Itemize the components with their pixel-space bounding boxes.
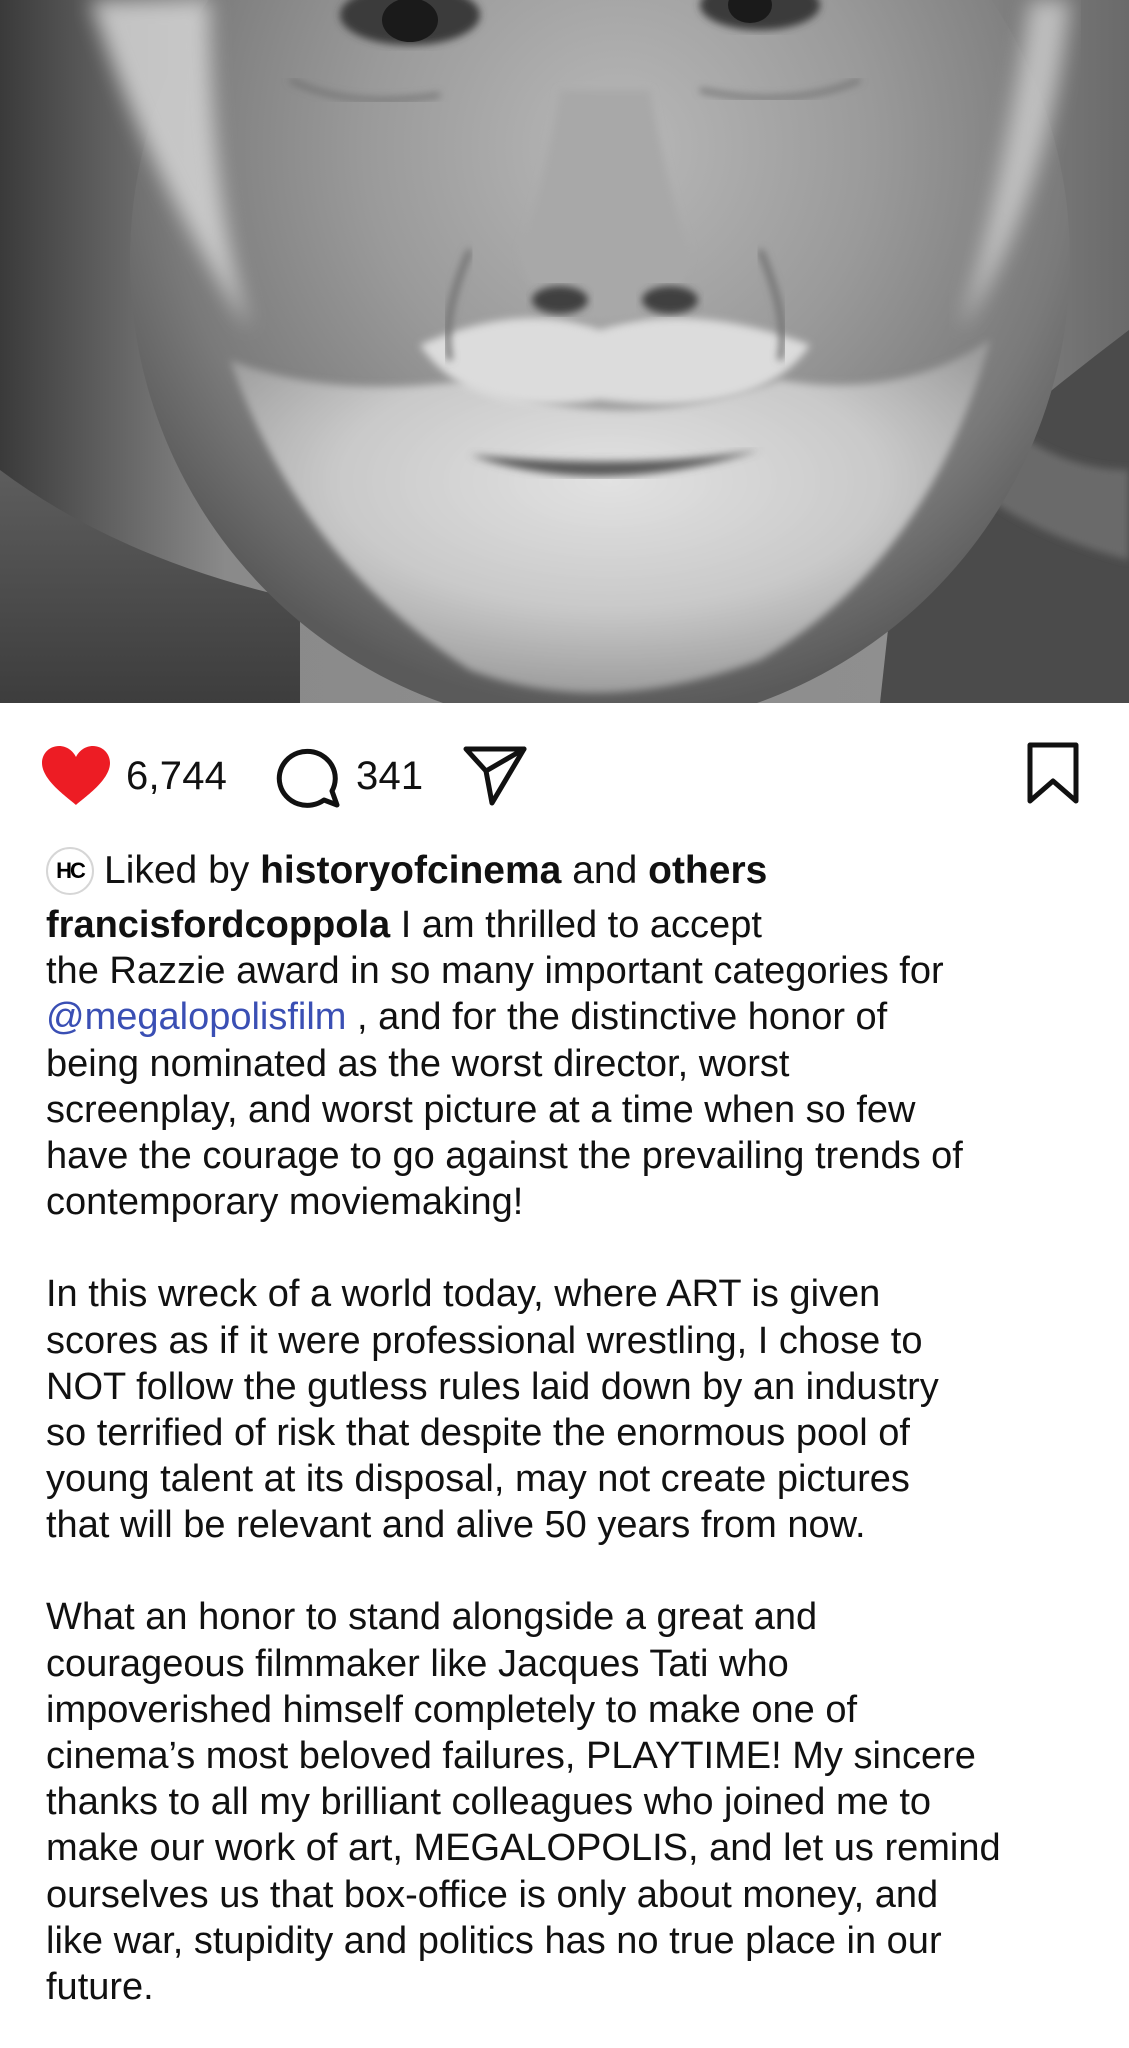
caption-line: the Razzie award in so many important ca…: [46, 950, 944, 993]
comment-button[interactable]: 341: [276, 743, 423, 809]
share-button[interactable]: [462, 741, 528, 807]
caption-line: contemporary moviemaking!: [46, 1181, 524, 1224]
caption-line: @megalopolisfilm , and for the distincti…: [46, 994, 1106, 1040]
like-count: 6,744: [126, 753, 228, 798]
heart-filled-icon: [42, 746, 110, 805]
comment-count: 341: [356, 753, 424, 798]
caption-mention-link[interactable]: @megalopolisfilm: [46, 996, 346, 1038]
caption-line: have the courage to go against the preva…: [46, 1134, 963, 1177]
caption-line: impoverished himself completely to make …: [46, 1688, 858, 1731]
speech-bubble-icon: [276, 748, 340, 808]
caption-line: ourselves us that box-office is only abo…: [46, 1873, 939, 1916]
liker-avatar[interactable]: HC: [46, 847, 94, 895]
caption-line: young talent at its disposal, may not cr…: [46, 1458, 910, 1501]
caption-line: future.: [46, 1965, 154, 2008]
post-image[interactable]: [0, 0, 1129, 703]
caption-line: that will be relevant and alive 50 years…: [46, 1504, 866, 1547]
caption-text: I am thrilled to accept: [390, 904, 762, 946]
caption-text: , and for the distinctive honor of: [346, 996, 888, 1039]
caption-line: make our work of art, MEGALOPOLIS, and l…: [46, 1827, 1001, 1870]
post-caption: francisfordcoppola I am thrilled to acce…: [46, 902, 1106, 2010]
caption-username-link[interactable]: francisfordcoppola: [46, 904, 390, 946]
caption-line: being nominated as the worst director, w…: [46, 1042, 790, 1085]
caption-line: like war, stupidity and politics has no …: [46, 1919, 942, 1962]
liked-by-others-link[interactable]: others: [648, 849, 767, 893]
caption-line: courageous filmmaker like Jacques Tati w…: [46, 1642, 789, 1685]
caption-line: scores as if it were professional wrestl…: [46, 1319, 923, 1362]
liked-by-prefix: Liked by: [104, 849, 250, 892]
save-button[interactable]: [1024, 741, 1082, 807]
portrait-photo: [0, 0, 1129, 703]
post-action-bar: 6,744 341: [0, 703, 1129, 843]
paper-plane-icon: [463, 746, 527, 806]
like-button[interactable]: 6,744: [40, 743, 227, 809]
caption-line: screenplay, and worst picture at a time …: [46, 1088, 916, 1131]
caption-line: thanks to all my brilliant colleagues wh…: [46, 1781, 932, 1824]
caption-line: so terrified of risk that despite the en…: [46, 1411, 910, 1454]
caption-line: What an honor to stand alongside a great…: [46, 1596, 818, 1639]
caption-line: cinema’s most beloved failures, PLAYTIME…: [46, 1735, 976, 1777]
caption-line: In this wreck of a world today, where AR…: [46, 1273, 881, 1316]
liked-by-joiner: and: [572, 849, 638, 892]
liked-by-user-link[interactable]: historyofcinema: [260, 849, 561, 893]
caption-line: NOT follow the gutless rules laid down b…: [46, 1365, 939, 1408]
bookmark-icon: [1027, 742, 1079, 804]
caption-line: francisfordcoppola I am thrilled to acce…: [46, 902, 1106, 948]
liked-by-row[interactable]: HC Liked by historyofcinema and others: [46, 842, 767, 900]
